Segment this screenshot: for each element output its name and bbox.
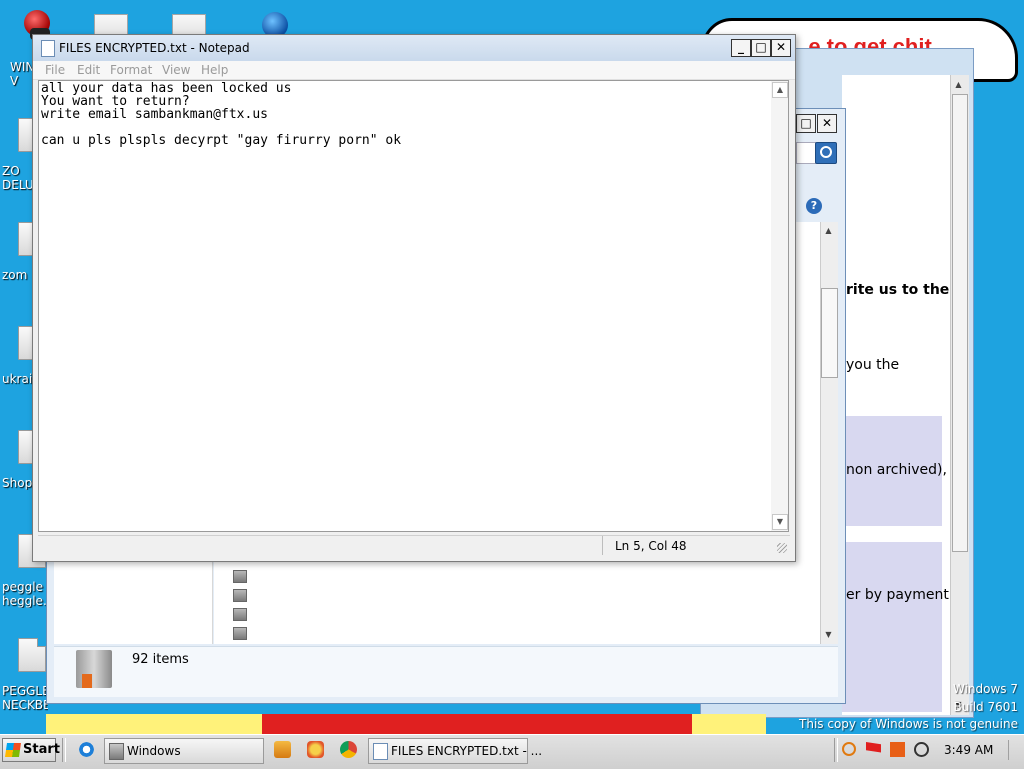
- scroll-up-arrow-icon[interactable]: ▲: [772, 82, 788, 98]
- windows-flag-icon: [5, 743, 21, 757]
- document-text: all your data has been locked us You wan…: [41, 81, 402, 148]
- folder-icon[interactable]: [233, 627, 247, 640]
- explorer-file-list: [214, 560, 820, 644]
- window-title: FILES ENCRYPTED.txt - Notepad: [59, 41, 250, 55]
- taskbar-separator: [834, 738, 838, 762]
- ransom-highlight-block: [842, 542, 942, 712]
- explorer-search-box[interactable]: [796, 142, 816, 164]
- explorer-nav-pane: [54, 560, 213, 644]
- maximize-button[interactable]: □: [751, 39, 771, 57]
- folder-icon[interactable]: [233, 589, 247, 602]
- search-icon[interactable]: [815, 142, 837, 164]
- internet-explorer-icon[interactable]: [78, 741, 95, 758]
- show-desktop-button[interactable]: [1008, 740, 1023, 760]
- desktop-icon-label: peggle heggle.t: [2, 580, 48, 608]
- taskbar-separator: [62, 738, 66, 762]
- folder-icon: [109, 743, 124, 760]
- ransom-text-line: non archived),: [846, 462, 947, 478]
- resize-grip-icon[interactable]: [777, 543, 787, 553]
- explorer-scrollbar-thumb[interactable]: [821, 288, 838, 378]
- cursor-position: Ln 5, Col 48: [615, 539, 687, 553]
- menu-format[interactable]: Format: [110, 63, 152, 77]
- explorer-close-button[interactable]: ✕: [817, 114, 837, 133]
- items-count: 92 items: [132, 652, 189, 667]
- folder-icon[interactable]: [233, 570, 247, 583]
- menu-help[interactable]: Help: [201, 63, 228, 77]
- watermark-line-3: This copy of Windows is not genuine: [799, 717, 1018, 731]
- task-label: FILES ENCRYPTED.txt - ...: [391, 744, 543, 758]
- menu-edit[interactable]: Edit: [77, 63, 100, 77]
- folder-icon[interactable]: [233, 608, 247, 621]
- start-label: Start: [23, 742, 60, 757]
- search-icon[interactable]: [842, 742, 856, 756]
- watermark-line-2: Build 7601: [953, 700, 1018, 714]
- scroll-up-arrow-icon[interactable]: ▲: [951, 77, 966, 92]
- explorer-scrollbar[interactable]: [820, 222, 838, 644]
- ransom-text-line: you the: [846, 357, 900, 373]
- ransom-text-line: rite us to the: [846, 282, 950, 298]
- menu-bar: File Edit Format View Help: [33, 61, 795, 80]
- volume-icon[interactable]: [914, 742, 929, 757]
- wallpaper-strip-red: [262, 714, 692, 734]
- help-icon[interactable]: ?: [806, 198, 822, 214]
- scroll-up-arrow-icon[interactable]: ▲: [821, 224, 836, 238]
- start-button[interactable]: Start: [2, 738, 60, 762]
- status-cell: Ln 5, Col 48: [602, 536, 771, 555]
- task-label: Windows: [127, 744, 181, 758]
- chrome-icon[interactable]: [340, 741, 357, 758]
- taskbar-task-windows[interactable]: Windows: [104, 738, 264, 764]
- scroll-down-arrow-icon[interactable]: ▼: [821, 628, 836, 642]
- network-icon[interactable]: [890, 742, 905, 757]
- status-bar: Ln 5, Col 48: [38, 535, 790, 556]
- menu-view[interactable]: View: [162, 63, 190, 77]
- folder-icon: [76, 650, 112, 688]
- close-button[interactable]: ✕: [771, 39, 791, 57]
- vertical-scrollbar[interactable]: ▲ ▼: [771, 80, 789, 532]
- paint-icon[interactable]: [307, 741, 324, 758]
- scroll-down-arrow-icon[interactable]: ▼: [772, 514, 788, 530]
- notepad-window: FILES ENCRYPTED.txt - Notepad _ □ ✕ File…: [32, 34, 796, 562]
- file-icon: [18, 638, 46, 672]
- text-editor[interactable]: all your data has been locked us You wan…: [38, 80, 773, 532]
- menu-file[interactable]: File: [45, 63, 65, 77]
- desktop-icon-label: PEGGLE NECKBE: [2, 684, 48, 712]
- minimize-button[interactable]: _: [731, 39, 751, 57]
- explorer-maximize-button[interactable]: □: [796, 114, 816, 133]
- notepad-icon: [41, 40, 55, 57]
- clock[interactable]: 3:49 AM: [944, 743, 993, 757]
- notepad-icon: [373, 743, 388, 760]
- notepad-titlebar[interactable]: FILES ENCRYPTED.txt - Notepad _ □ ✕: [33, 35, 795, 61]
- media-player-icon[interactable]: [274, 741, 291, 758]
- ransom-text-line: er by payment: [846, 587, 949, 603]
- taskbar-task-notepad[interactable]: FILES ENCRYPTED.txt - ...: [368, 738, 542, 764]
- ransom-scrollbar-thumb[interactable]: [952, 94, 968, 552]
- watermark-line-1: Windows 7: [952, 682, 1018, 696]
